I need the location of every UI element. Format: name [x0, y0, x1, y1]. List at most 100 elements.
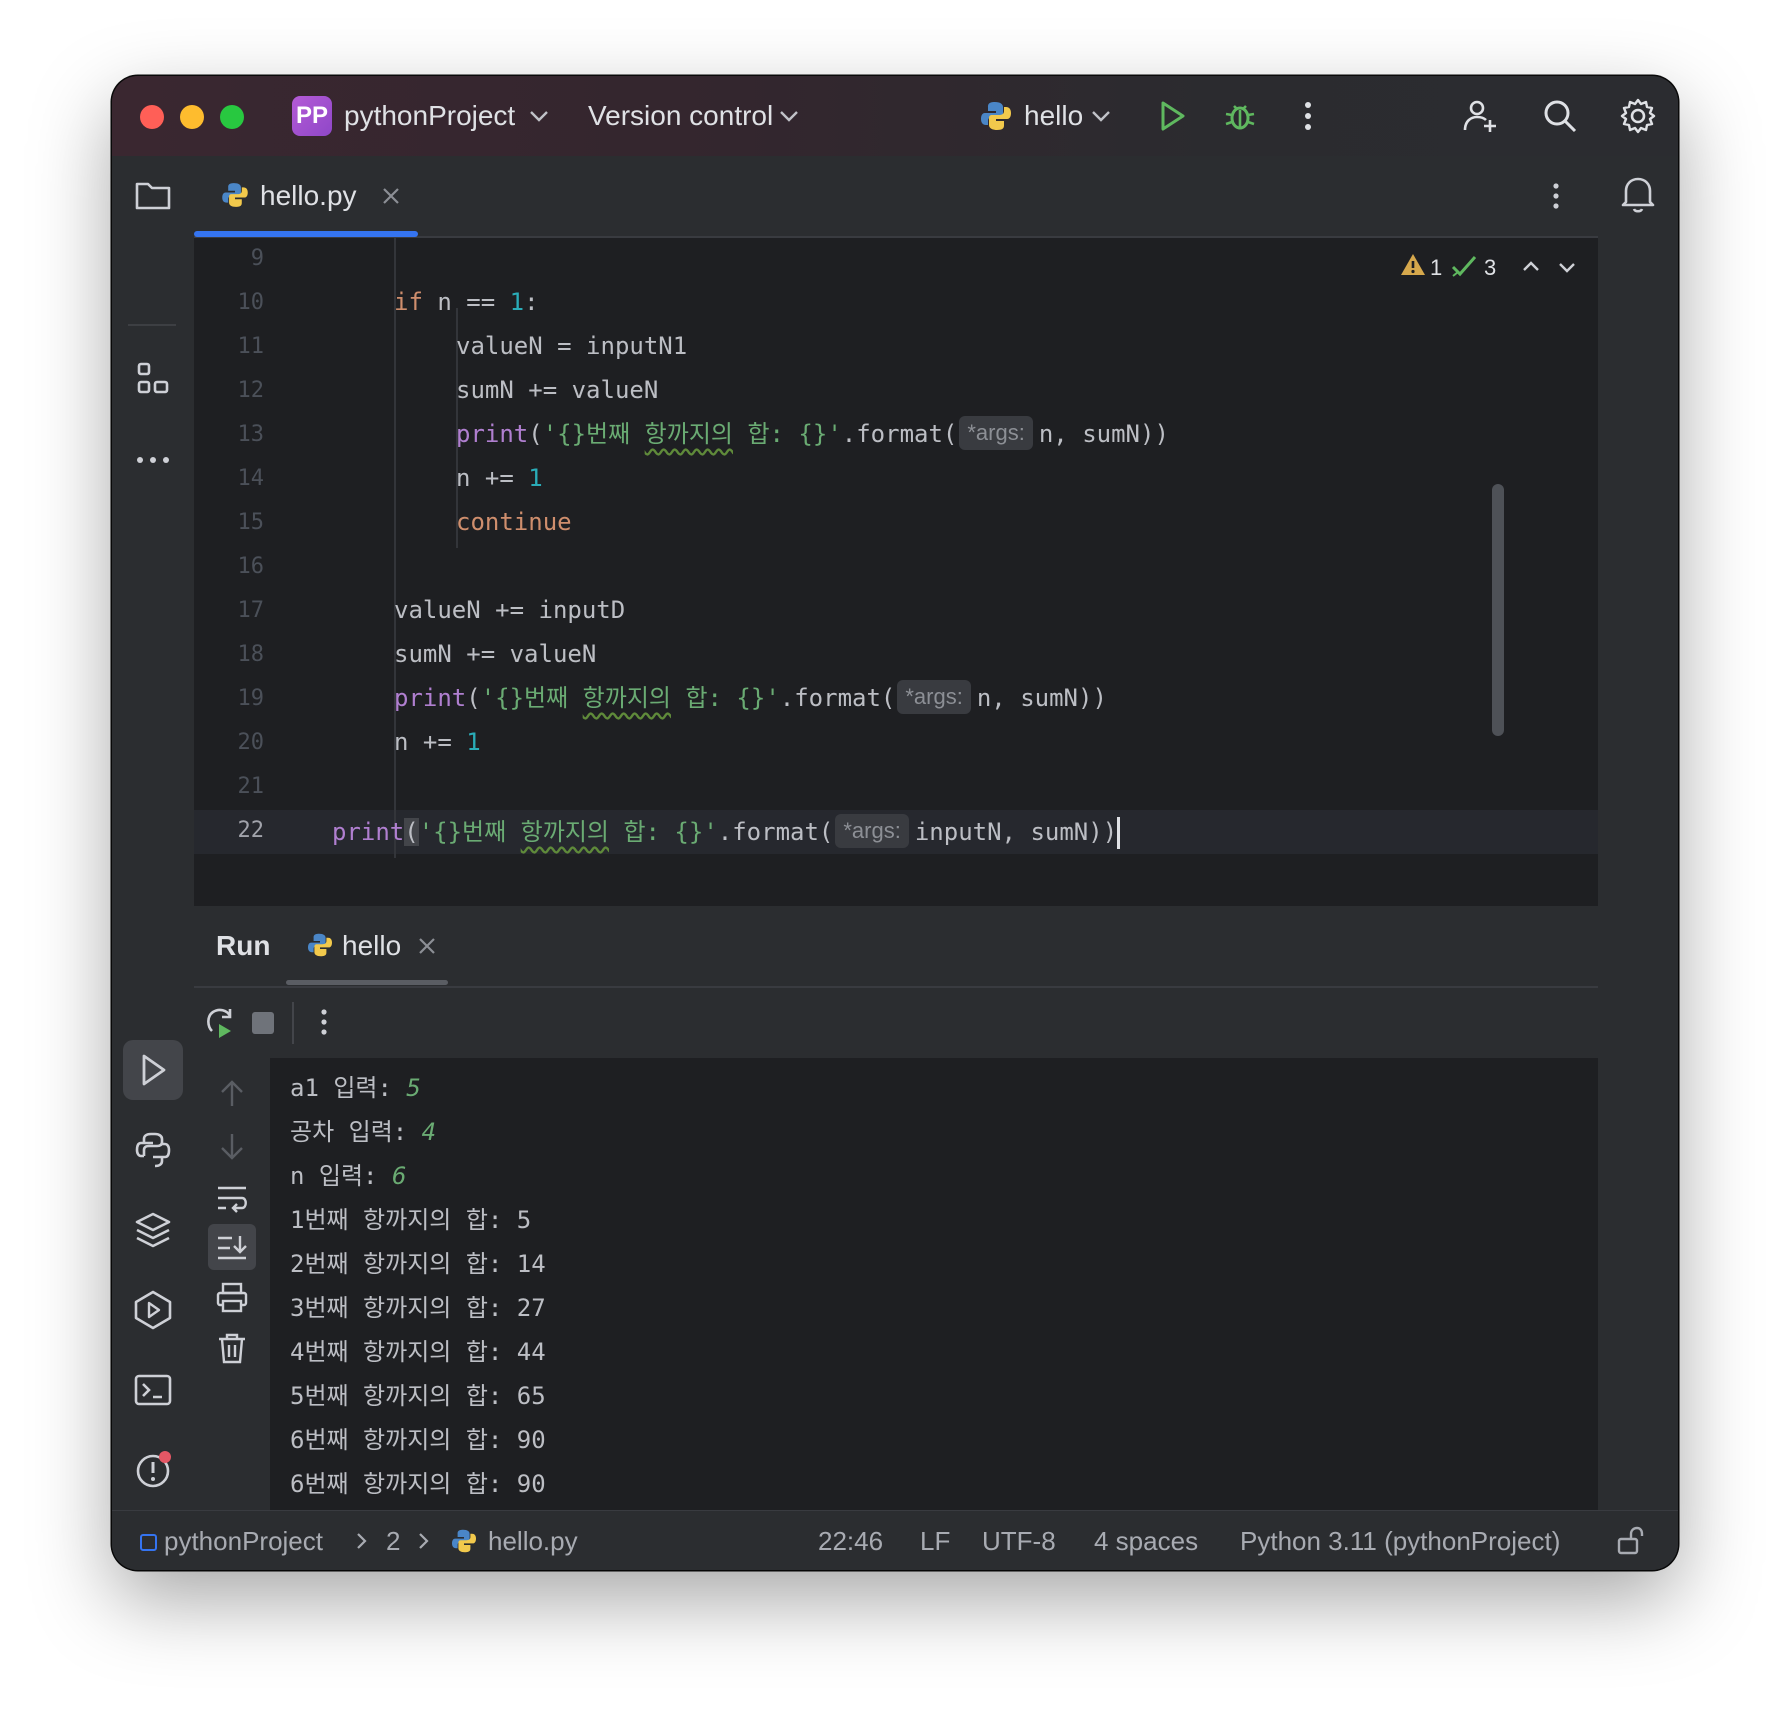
structure-icon[interactable] — [131, 358, 175, 402]
python-icon — [981, 102, 1011, 130]
stop-icon[interactable] — [252, 1012, 274, 1034]
close-tab-icon[interactable] — [378, 183, 404, 209]
zoom-window-button[interactable] — [220, 105, 244, 129]
breadcrumb-file[interactable]: hello.py — [488, 1511, 578, 1570]
check-icon[interactable] — [1450, 252, 1478, 280]
caret-position[interactable]: 22:46 — [818, 1511, 883, 1570]
console-line: 공차 입력: 4 — [290, 1118, 437, 1146]
code-line-10: if n == 1: — [394, 288, 539, 316]
python-file-icon — [222, 183, 248, 207]
run-console[interactable]: a1 입력: 5 공차 입력: 4 n 입력: 6 1번째 항까지의 합: 5 … — [270, 1058, 1598, 1510]
next-highlight-icon[interactable] — [1554, 254, 1580, 280]
editor-options-icon[interactable] — [1536, 176, 1576, 216]
parameter-hint: *args: — [897, 680, 971, 714]
code-line-22: print('{}번째 항까지의 합: {}'.format(*args: inp… — [332, 810, 1121, 854]
python-console-icon[interactable] — [131, 1128, 175, 1172]
chevron-down-icon[interactable] — [526, 100, 552, 132]
close-window-button[interactable] — [140, 105, 164, 129]
python-packages-icon[interactable] — [131, 1208, 175, 1252]
chevron-down-icon[interactable] — [776, 100, 802, 132]
run-config-selector[interactable]: hello — [1024, 96, 1083, 136]
code-line-14: n += 1 — [456, 464, 543, 492]
code-line-19: print('{}번째 항까지의 합: {}'.format(*args: n, … — [394, 676, 1107, 720]
run-tool-icon[interactable] — [131, 1048, 175, 1092]
warning-icon[interactable] — [1400, 252, 1426, 278]
tab-hello-py[interactable]: hello.py — [194, 156, 418, 236]
run-icon[interactable] — [1152, 96, 1192, 136]
code-line-18: sumN += valueN — [394, 640, 597, 668]
previous-highlight-icon[interactable] — [1518, 254, 1544, 280]
editor-scrollbar[interactable] — [1492, 484, 1504, 736]
line-separator[interactable]: LF — [920, 1511, 950, 1570]
console-line: n 입력: 6 — [290, 1162, 407, 1190]
console-line: 5번째 항까지의 합: 65 — [290, 1382, 546, 1410]
indent-setting[interactable]: 4 spaces — [1094, 1511, 1198, 1570]
warnings-count[interactable]: 1 — [1430, 250, 1442, 286]
more-tool-windows-icon[interactable] — [131, 438, 175, 482]
notifications-bell-icon[interactable] — [1616, 172, 1660, 216]
scroll-up-icon[interactable] — [214, 1076, 250, 1112]
project-badge[interactable]: PP — [292, 96, 332, 136]
breadcrumb-folder[interactable]: 2 — [386, 1511, 400, 1570]
toolbar-divider — [292, 1002, 294, 1044]
search-icon[interactable] — [1540, 96, 1580, 136]
line-number: 18 — [237, 642, 265, 667]
more-actions-icon[interactable] — [1288, 96, 1328, 136]
code-line-20: n += 1 — [394, 728, 481, 756]
rerun-icon[interactable] — [202, 1004, 238, 1040]
line-number-current: 22 — [237, 818, 265, 843]
version-control-menu[interactable]: Version control — [588, 96, 773, 136]
parameter-hint: *args: — [959, 416, 1033, 450]
services-icon[interactable] — [131, 1288, 175, 1332]
text-cursor — [1117, 817, 1121, 849]
line-number: 21 — [237, 774, 265, 799]
problems-icon[interactable] — [131, 1448, 175, 1492]
line-number: 12 — [237, 378, 265, 403]
python-icon — [308, 933, 332, 957]
scroll-to-end-icon[interactable] — [214, 1230, 250, 1266]
active-tab-indicator — [194, 231, 418, 237]
python-file-icon — [452, 1529, 476, 1553]
console-line: 4번째 항까지의 합: 44 — [290, 1338, 546, 1366]
code-editor[interactable]: 9 10 11 12 13 14 15 16 17 18 19 20 21 22… — [194, 238, 1598, 858]
console-line: 6번째 항까지의 합: 90 — [290, 1470, 546, 1498]
scroll-down-icon[interactable] — [214, 1128, 250, 1164]
code-line-12: sumN += valueN — [456, 376, 659, 404]
lock-open-icon[interactable] — [1614, 1525, 1646, 1557]
minimize-window-button[interactable] — [180, 105, 204, 129]
line-number: 10 — [237, 290, 265, 315]
run-panel-header: Run hello — [194, 906, 1598, 988]
project-name[interactable]: pythonProject — [344, 96, 515, 136]
add-user-icon[interactable] — [1460, 96, 1500, 136]
chevron-right-icon — [357, 1533, 367, 1549]
run-toolbar — [194, 988, 1598, 1058]
run-tab-hello[interactable]: hello — [286, 906, 448, 986]
soft-wrap-icon[interactable] — [214, 1180, 250, 1216]
print-icon[interactable] — [214, 1280, 250, 1316]
project-folder-icon[interactable] — [131, 174, 175, 218]
ok-count[interactable]: 3 — [1484, 250, 1496, 286]
clear-trash-icon[interactable] — [214, 1330, 250, 1366]
breadcrumb-project[interactable]: pythonProject — [164, 1511, 323, 1570]
chevron-right-icon — [419, 1533, 429, 1549]
file-encoding[interactable]: UTF-8 — [982, 1511, 1056, 1570]
title-bar: PP pythonProject Version control hello — [112, 76, 1678, 156]
python-interpreter[interactable]: Python 3.11 (pythonProject) — [1240, 1511, 1560, 1570]
run-panel-title: Run — [216, 930, 271, 961]
run-tab-indicator — [286, 980, 448, 985]
more-options-icon[interactable] — [306, 1004, 342, 1040]
code-line-13: print('{}번째 항까지의 합: {}'.format(*args: n, … — [456, 412, 1169, 456]
status-bar: pythonProject 2 hello.py 22:46 LF UTF-8 … — [112, 1510, 1678, 1570]
debug-icon[interactable] — [1220, 96, 1260, 136]
code-line-15: continue — [456, 508, 572, 536]
terminal-icon[interactable] — [131, 1368, 175, 1412]
line-number: 9 — [250, 246, 264, 271]
settings-gear-icon[interactable] — [1618, 96, 1658, 136]
close-run-tab-icon[interactable] — [414, 933, 440, 959]
indent-guide — [394, 238, 396, 858]
chevron-down-icon[interactable] — [1088, 100, 1114, 132]
strip-divider — [128, 324, 176, 326]
run-tab-label: hello — [342, 930, 402, 961]
code-line-11: valueN = inputN1 — [456, 332, 688, 360]
module-icon — [140, 1534, 157, 1551]
